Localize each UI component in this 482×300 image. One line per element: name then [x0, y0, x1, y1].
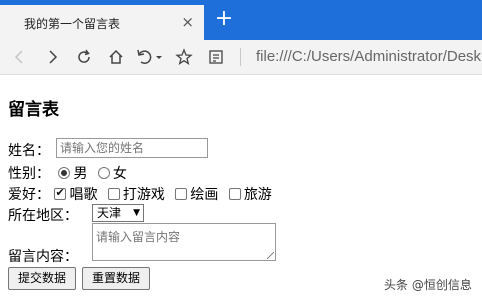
gender-option-male[interactable]: 男 [58, 163, 87, 183]
message-label: 留言内容： [8, 249, 78, 265]
resize-grip-icon[interactable] [267, 252, 274, 259]
message-row: 留言内容： [8, 246, 78, 266]
gender-row: 性别： 男 女 [8, 163, 133, 183]
arrow-right-icon[interactable] [40, 45, 64, 69]
reload-icon[interactable] [72, 45, 96, 69]
tab-title: 我的第一个留言表 [24, 17, 121, 31]
gender-label: 性别： [8, 166, 50, 182]
home-icon[interactable] [104, 45, 128, 69]
tab-strip: 我的第一个留言表 × + [0, 0, 482, 40]
hobby-option-drawing[interactable]: 绘画 [175, 184, 218, 204]
hobby-row: 爱好： 唱歌 打游戏 绘画 旅游 [8, 184, 278, 204]
hobby-option-singing[interactable]: 唱歌 [54, 184, 97, 204]
watermark: 头条 @恒创信息 [384, 278, 472, 292]
hobby-option-gaming[interactable]: 打游戏 [107, 184, 165, 204]
hobby-option-travel[interactable]: 旅游 [228, 184, 272, 204]
checkbox-drawing[interactable] [175, 188, 188, 200]
reading-list-icon[interactable] [204, 45, 228, 69]
region-select[interactable]: 天津 ▼ [92, 204, 144, 222]
close-tab-icon[interactable]: × [181, 13, 194, 31]
message-textarea[interactable]: 请输入留言内容 [92, 223, 276, 261]
checkbox-singing[interactable] [54, 186, 67, 200]
browser-tab[interactable]: 我的第一个留言表 × [0, 5, 204, 40]
name-label: 姓名： [8, 143, 50, 159]
gender-female-label: 女 [112, 166, 127, 182]
message-placeholder: 请输入留言内容 [96, 230, 181, 244]
address-separator [240, 48, 241, 66]
reset-button[interactable]: 重置数据 [82, 267, 150, 290]
radio-male[interactable] [58, 167, 71, 179]
radio-female[interactable] [97, 167, 110, 179]
submit-button[interactable]: 提交数据 [8, 267, 76, 290]
hobby-singing-label: 唱歌 [69, 187, 98, 203]
checkbox-travel[interactable] [228, 188, 241, 200]
star-icon[interactable] [172, 45, 196, 69]
region-row: 所在地区： [8, 205, 78, 225]
region-selected-value: 天津 [97, 206, 122, 220]
checkbox-gaming[interactable] [107, 188, 120, 200]
hobby-gaming-label: 打游戏 [122, 187, 165, 203]
address-bar[interactable]: file:///C:/Users/Administrator/Desk [256, 48, 481, 65]
arrow-left-icon[interactable] [8, 45, 32, 69]
new-tab-button[interactable]: + [214, 8, 234, 30]
region-label: 所在地区： [8, 208, 78, 224]
navigation-bar: file:///C:/Users/Administrator/Desk [0, 40, 482, 75]
gender-option-female[interactable]: 女 [97, 163, 127, 183]
name-input[interactable]: 请输入您的姓名 [56, 138, 208, 158]
name-row: 姓名： [8, 140, 50, 160]
page-title: 留言表 [8, 100, 59, 120]
undo-icon[interactable] [134, 45, 164, 69]
gender-male-label: 男 [73, 166, 88, 182]
hobby-label: 爱好： [8, 187, 50, 203]
dropdown-arrow-icon: ▼ [133, 208, 140, 218]
hobby-travel-label: 旅游 [243, 187, 272, 203]
hobby-drawing-label: 绘画 [190, 187, 219, 203]
